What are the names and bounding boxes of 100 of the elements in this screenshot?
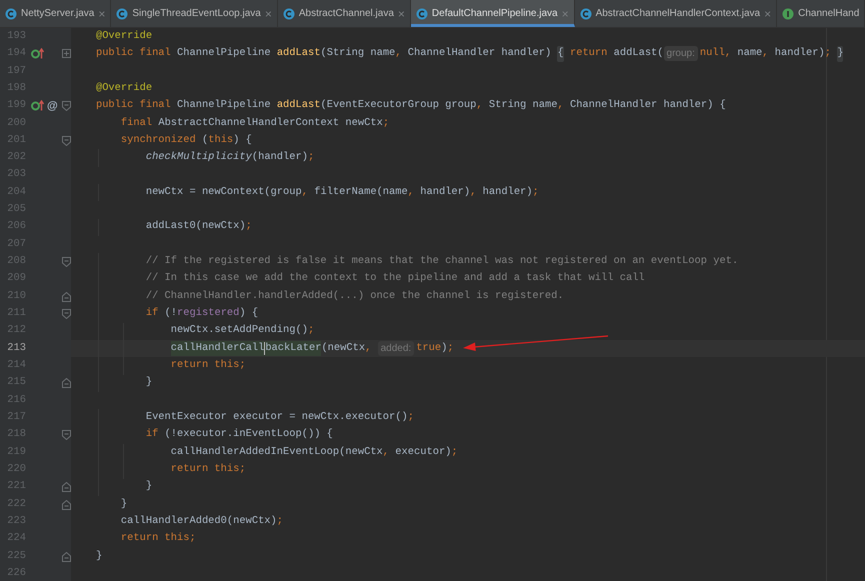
- override-icon[interactable]: [31, 48, 44, 60]
- fold-icon[interactable]: [62, 256, 70, 267]
- editor-tab[interactable]: AbstractChannelHandlerContext.java ×: [574, 0, 778, 27]
- fold-end-icon[interactable]: [62, 482, 70, 492]
- editor-tab[interactable]: NettyServer.java ×: [0, 0, 112, 27]
- code-text: (String name: [320, 46, 396, 62]
- tab-label: AbstractChannelHandlerContext.java: [596, 7, 760, 21]
- class-icon: [116, 8, 128, 20]
- class-icon: [5, 8, 17, 20]
- field-name: registered: [177, 306, 240, 322]
- punctuation: ,: [476, 98, 483, 114]
- code-comment: // ChannelHandler.handlerAdded(...) once the channel is registered.: [146, 288, 564, 304]
- code-text: EventExecutor executor = newCtx.executor(): [146, 410, 408, 426]
- expand-fold-icon[interactable]: [62, 49, 70, 58]
- fold-icon[interactable]: [62, 308, 70, 319]
- punctuation: ,: [302, 184, 308, 200]
- class-icon: [416, 8, 428, 20]
- code-text: ChannelHandler handler) {: [570, 98, 726, 114]
- code-text: (!executor.inEventLoop()) {: [164, 427, 333, 442]
- code-text: addLast(: [614, 46, 664, 62]
- punctuation: ;: [382, 116, 390, 130]
- fold-end-icon[interactable]: [62, 552, 70, 562]
- code-text: }: [146, 375, 152, 390]
- code-text: }: [120, 496, 128, 512]
- line-number: 213: [6, 340, 26, 356]
- editor-tab[interactable]: AbstractChannel.java ×: [278, 0, 411, 27]
- punctuation: ,: [382, 444, 390, 460]
- code-text: handler): [482, 184, 533, 200]
- keyword: return: [570, 46, 608, 62]
- folded-brace: }: [837, 46, 844, 62]
- code-text: ChannelHandler handler): [408, 46, 552, 62]
- tab-label: NettyServer.java: [21, 7, 94, 21]
- punctuation: ,: [762, 46, 769, 62]
- code-text: ) {: [239, 306, 258, 322]
- fold-end-icon[interactable]: [62, 378, 70, 388]
- keyword: public final: [96, 98, 171, 114]
- punctuation: ;: [189, 531, 196, 546]
- code-text: addLast0(newCtx): [146, 219, 246, 234]
- method-name: addLast: [276, 98, 320, 114]
- punctuation: ;: [824, 46, 831, 62]
- keyword: true: [416, 340, 442, 356]
- keyword: if: [146, 427, 158, 442]
- code-text: String name: [488, 98, 558, 114]
- keyword: return this: [120, 531, 190, 546]
- highlighted-usage: backLater: [265, 340, 322, 356]
- punctuation: ,: [557, 98, 564, 114]
- keyword: public final: [96, 46, 171, 62]
- code-text: (newCtx: [321, 340, 366, 356]
- code-text: handler): [774, 46, 825, 62]
- punctuation: ;: [276, 514, 284, 530]
- punctuation: ;: [308, 150, 314, 166]
- highlighted-usage: callHandlerCall: [170, 340, 264, 356]
- keyword: final: [120, 116, 152, 130]
- keyword: null: [700, 46, 725, 62]
- class-icon: [580, 8, 592, 20]
- method-call: checkMultiplicity: [146, 150, 252, 166]
- editor-tab[interactable]: DefaultChannelPipeline.java ×: [410, 0, 575, 27]
- parameter-hint: added:: [378, 341, 414, 356]
- punctuation: ;: [532, 184, 539, 200]
- punctuation: ;: [239, 358, 246, 374]
- fold-icon[interactable]: [62, 430, 70, 440]
- punctuation: ;: [447, 340, 454, 356]
- editor-tab[interactable]: SingleThreadEventLoop.java ×: [111, 0, 278, 27]
- tab-label: AbstractChannel.java: [298, 7, 394, 21]
- punctuation: ;: [408, 410, 414, 426]
- override-icon[interactable]: [31, 100, 44, 112]
- annotation: @Override: [96, 28, 152, 44]
- fold-icon[interactable]: [62, 100, 70, 111]
- keyword: if: [146, 306, 158, 322]
- fold-icon[interactable]: [62, 136, 70, 146]
- interface-icon: [782, 8, 794, 20]
- punctuation: ;: [308, 323, 314, 338]
- punctuation: ,: [724, 46, 732, 62]
- punctuation: ,: [365, 340, 372, 356]
- code-text: callHandlerAddedInEventLoop(newCtx: [170, 444, 383, 460]
- code-text: ) {: [233, 132, 252, 148]
- punctuation: ,: [470, 184, 476, 200]
- code-text: name: [737, 46, 762, 62]
- keyword: synchronized: [120, 132, 196, 148]
- folded-brace: {: [557, 46, 564, 62]
- code-text: AbstractChannelHandlerContext newCtx: [158, 116, 383, 130]
- code-text: ChannelPipeline: [177, 98, 271, 114]
- code-text: newCtx.setAddPending(): [170, 323, 308, 338]
- code-text: }: [146, 479, 152, 494]
- punctuation: ,: [408, 184, 414, 200]
- keyword: return this: [170, 462, 240, 478]
- punctuation: ;: [246, 219, 252, 234]
- class-icon: [282, 8, 295, 20]
- tab-label: DefaultChannelPipeline.java: [432, 7, 558, 21]
- fold-end-icon[interactable]: [62, 292, 70, 302]
- punctuation: ,: [395, 46, 402, 62]
- implemented-marker[interactable]: @: [47, 98, 58, 114]
- tab-label: ChannelHand: [798, 7, 860, 21]
- code-text: ): [441, 340, 448, 356]
- editor-tab[interactable]: ChannelHand: [777, 0, 865, 27]
- code-text: (!: [164, 306, 178, 322]
- code-text: (EventExecutorGroup group: [320, 98, 476, 114]
- fold-end-icon[interactable]: [62, 500, 70, 510]
- code-comment: // If the registered is false it means that the channel was not registered on an eventLoop yet.: [146, 254, 738, 270]
- code-comment: // In this case we add the context to the pipeline and add a task that will call: [146, 271, 645, 286]
